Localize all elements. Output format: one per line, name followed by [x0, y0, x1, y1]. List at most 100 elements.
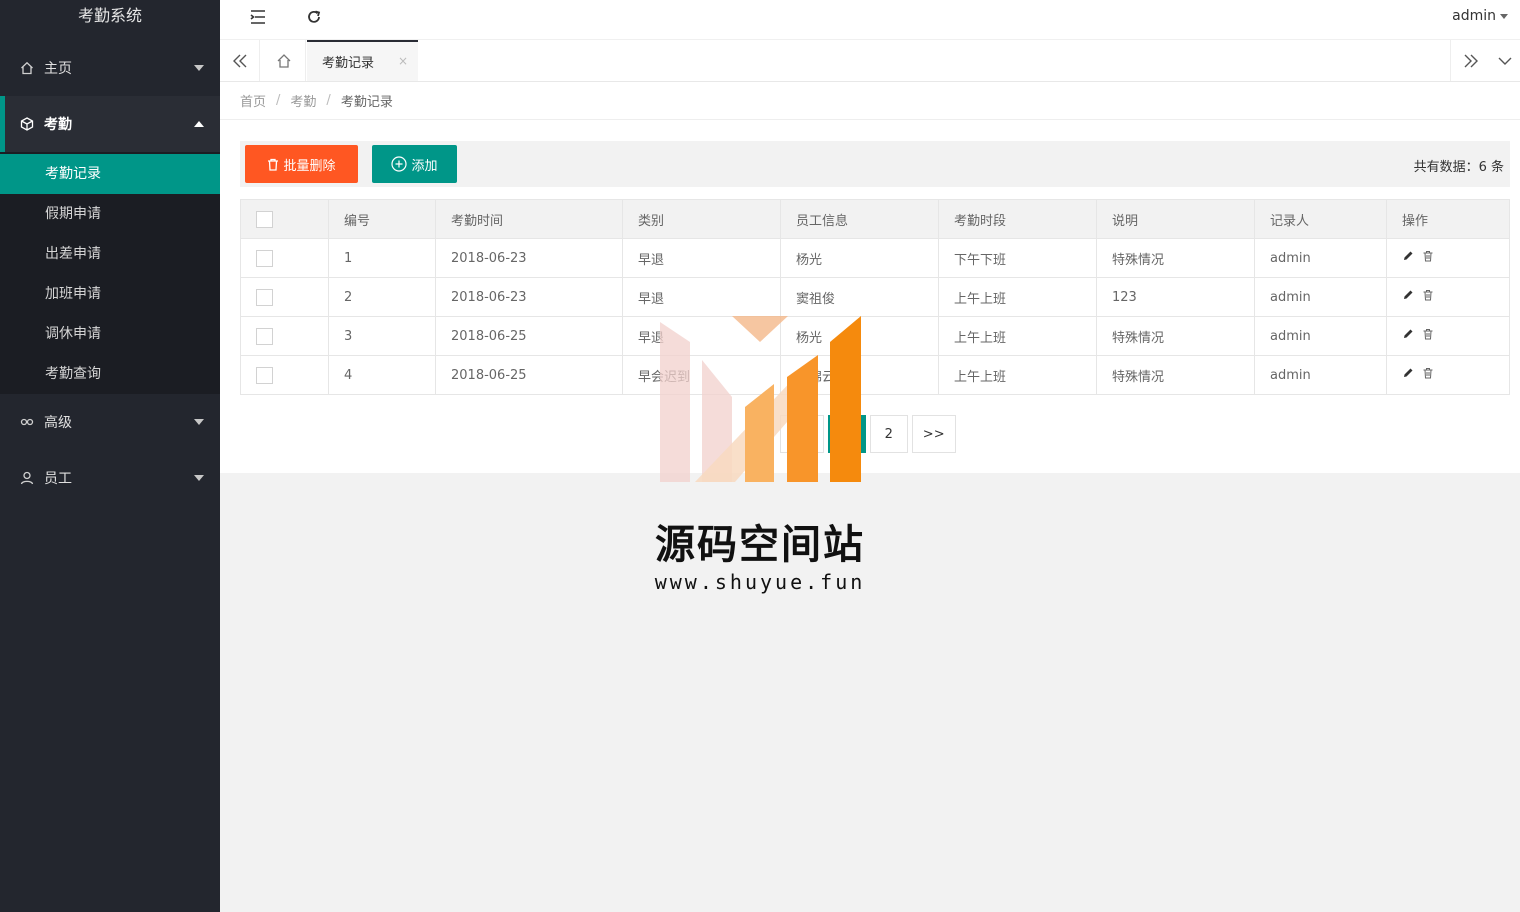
col-header-recorder: 记录人: [1254, 199, 1387, 239]
cell-id: 2: [328, 277, 436, 317]
chevron-up-icon: [194, 121, 204, 127]
row-checkbox[interactable]: [256, 327, 273, 345]
col-header-employee: 员工信息: [780, 199, 939, 239]
refresh-icon[interactable]: [301, 6, 327, 28]
watermark-url: www.shuyue.fun: [654, 570, 866, 594]
link-icon: [20, 415, 34, 429]
cell-time: 2018-06-23: [435, 238, 623, 278]
col-header-period: 考勤时段: [938, 199, 1097, 239]
sidebar-item-home[interactable]: 主页: [0, 40, 220, 96]
chevron-down-icon: [194, 419, 204, 425]
submenu-item-overtime[interactable]: 加班申请: [0, 274, 220, 314]
user-menu[interactable]: admin: [1452, 8, 1508, 24]
cell-id: 4: [328, 355, 436, 395]
cell-period: 上午上班: [938, 316, 1097, 356]
cell-employee: 杨光: [780, 238, 939, 278]
tab-label: 考勤记录: [322, 56, 375, 71]
sidebar-item-employee[interactable]: 员工: [0, 450, 220, 506]
cell-recorder: admin: [1254, 238, 1387, 278]
delete-icon[interactable]: [1422, 289, 1434, 305]
sidebar-item-label: 高级: [44, 415, 72, 431]
row-checkbox[interactable]: [256, 288, 273, 306]
tab-scroll-left-icon[interactable]: [220, 40, 260, 81]
cell-recorder: admin: [1254, 355, 1387, 395]
submenu-item-records[interactable]: 考勤记录: [0, 154, 220, 194]
cell-id: 3: [328, 316, 436, 356]
cell-recorder: admin: [1254, 316, 1387, 356]
caret-down-icon: [1500, 13, 1508, 19]
submenu-item-business-trip[interactable]: 出差申请: [0, 234, 220, 274]
table-header-row: 编号 考勤时间 类别 员工信息 考勤时段 说明 记录人 操作: [240, 199, 1510, 239]
breadcrumb: 首页 / 考勤 / 考勤记录: [220, 82, 1520, 120]
toolbar: 批量删除 添加 共有数据：6 条: [240, 141, 1510, 187]
batch-delete-button[interactable]: 批量删除: [245, 145, 358, 183]
sidebar-item-label: 主页: [44, 61, 72, 77]
cell-time: 2018-06-25: [435, 355, 623, 395]
cell-period: 下午下班: [938, 238, 1097, 278]
edit-icon[interactable]: [1402, 289, 1414, 305]
submenu-item-leave[interactable]: 假期申请: [0, 194, 220, 234]
total-count: 共有数据：6 条: [1413, 160, 1504, 175]
tab-home-icon[interactable]: [262, 40, 306, 81]
cell-employee: 窦祖俊: [780, 277, 939, 317]
cell-period: 上午上班: [938, 355, 1097, 395]
table-row: 1 2018-06-23 早退 杨光 下午下班 特殊情况 admin: [240, 238, 1510, 278]
delete-icon[interactable]: [1422, 250, 1434, 266]
col-header-note: 说明: [1096, 199, 1255, 239]
watermark: 源码空间站 www.shuyue.fun: [640, 312, 880, 602]
row-checkbox[interactable]: [256, 249, 273, 267]
tab-attendance-records[interactable]: 考勤记录 ×: [307, 40, 418, 81]
select-all-checkbox[interactable]: [256, 210, 273, 228]
submenu-item-time-off[interactable]: 调休申请: [0, 314, 220, 354]
table-row: 2 2018-06-23 早退 窦祖俊 上午上班 123 admin: [240, 277, 1510, 317]
watermark-name: 源码空间站: [655, 522, 865, 568]
delete-icon[interactable]: [1422, 367, 1434, 383]
cell-note: 123: [1096, 277, 1255, 317]
sidebar-item-label: 考勤: [44, 117, 72, 133]
tab-options-icon[interactable]: [1490, 40, 1520, 81]
page-next-button[interactable]: >>: [911, 415, 956, 453]
sidebar: 考勤系统 主页 考勤 考勤记录 假期申请 出差申请 加班申请 调休申请 考勤查询…: [0, 0, 220, 912]
edit-icon[interactable]: [1402, 367, 1414, 383]
col-header-time: 考勤时间: [435, 199, 623, 239]
sidebar-item-label: 员工: [44, 471, 72, 487]
chevron-down-icon: [194, 65, 204, 71]
cell-type: 早退: [622, 277, 781, 317]
delete-icon[interactable]: [1422, 328, 1434, 344]
box-icon: [20, 117, 34, 131]
cell-id: 1: [328, 238, 436, 278]
submenu-item-query[interactable]: 考勤查询: [0, 354, 220, 394]
edit-icon[interactable]: [1402, 250, 1414, 266]
cell-note: 特殊情况: [1096, 238, 1255, 278]
col-header-type: 类别: [622, 199, 781, 239]
breadcrumb-current: 考勤记录: [340, 95, 393, 110]
trash-icon: [267, 158, 279, 171]
edit-icon[interactable]: [1402, 328, 1414, 344]
tab-bar: 考勤记录 ×: [220, 40, 1520, 82]
breadcrumb-home[interactable]: 首页: [240, 91, 266, 110]
chevron-down-icon: [194, 475, 204, 481]
sidebar-item-attendance[interactable]: 考勤: [0, 96, 220, 152]
watermark-logo-icon: [660, 316, 861, 482]
sidebar-item-advanced[interactable]: 高级: [0, 394, 220, 450]
col-header-id: 编号: [328, 199, 436, 239]
breadcrumb-section[interactable]: 考勤: [290, 91, 316, 110]
home-icon: [20, 61, 34, 75]
cell-note: 特殊情况: [1096, 355, 1255, 395]
menu-toggle-icon[interactable]: [245, 6, 271, 28]
tab-scroll-right-icon[interactable]: [1450, 40, 1490, 81]
app-logo: 考勤系统: [77, 6, 142, 25]
attendance-submenu: 考勤记录 假期申请 出差申请 加班申请 调休申请 考勤查询: [0, 152, 220, 394]
row-checkbox[interactable]: [256, 366, 273, 384]
cell-note: 特殊情况: [1096, 316, 1255, 356]
cell-period: 上午上班: [938, 277, 1097, 317]
cell-time: 2018-06-23: [435, 277, 623, 317]
cell-type: 早退: [622, 238, 781, 278]
top-header: admin: [220, 0, 1520, 40]
breadcrumb-separator: /: [326, 93, 331, 108]
tab-close-icon[interactable]: ×: [398, 54, 408, 68]
breadcrumb-separator: /: [276, 93, 281, 108]
add-button[interactable]: 添加: [372, 145, 457, 183]
user-icon: [20, 471, 34, 485]
cell-time: 2018-06-25: [435, 316, 623, 356]
